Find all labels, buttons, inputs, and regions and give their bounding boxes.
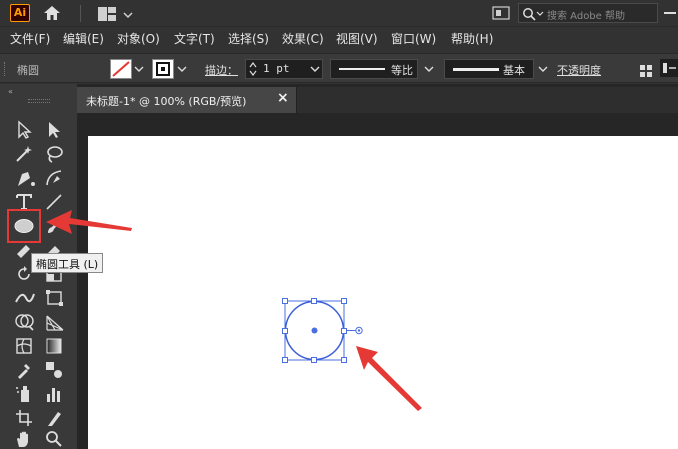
eyedropper-tool-icon[interactable] — [14, 360, 34, 380]
arrange-documents-icon[interactable] — [492, 5, 510, 21]
tooltip-text: 椭圆工具 (L) — [36, 258, 99, 271]
align-icon[interactable] — [640, 62, 652, 77]
object-type-label: 椭圆 — [17, 64, 39, 77]
selection-handle[interactable] — [341, 328, 347, 334]
profile-label: 等比 — [391, 64, 413, 77]
tooltip: 椭圆工具 (L) — [31, 253, 104, 273]
chevron-down-icon[interactable] — [310, 64, 320, 74]
chevron-down-icon[interactable] — [424, 64, 434, 74]
menu-select[interactable]: 选择(S) — [228, 30, 269, 47]
pen-tool-icon[interactable] — [14, 168, 36, 188]
minimize-icon[interactable] — [664, 12, 676, 14]
title-bar: Ai 搜索 Adobe 帮助 — [0, 0, 678, 27]
menu-window[interactable]: 窗口(W) — [391, 30, 436, 47]
grip-handle[interactable] — [4, 62, 7, 76]
search-field[interactable]: 搜索 Adobe 帮助 — [518, 3, 658, 23]
chevron-down-icon[interactable] — [177, 64, 187, 74]
app-logo: Ai — [10, 4, 30, 22]
search-icon — [523, 8, 536, 21]
ellipse-tool-icon[interactable] — [12, 216, 36, 236]
brush-definition[interactable]: 基本 — [444, 59, 534, 79]
free-transform-tool-icon[interactable] — [44, 288, 66, 308]
menu-type[interactable]: 文字(T) — [174, 30, 215, 47]
artboard-tool-icon[interactable] — [14, 408, 34, 428]
stroke-weight-input[interactable]: 1 pt — [245, 59, 323, 79]
chevron-down-icon[interactable] — [123, 6, 133, 19]
chevron-down-icon — [536, 11, 544, 16]
annotation-arrow — [356, 346, 422, 411]
workspace-layout-icon[interactable] — [98, 6, 120, 21]
width-tool-icon[interactable] — [14, 288, 36, 308]
menu-view[interactable]: 视图(V) — [336, 30, 378, 47]
search-placeholder: 搜索 Adobe 帮助 — [547, 11, 625, 22]
mesh-tool-icon[interactable] — [14, 336, 34, 356]
menu-edit[interactable]: 编辑(E) — [63, 30, 104, 47]
variable-width-profile[interactable]: 等比 — [330, 59, 418, 79]
slice-tool-icon[interactable] — [44, 408, 64, 428]
selection-handle[interactable] — [341, 357, 347, 363]
selection-handle[interactable] — [311, 357, 317, 363]
menu-bar: 文件(F) 编辑(E) 对象(O) 文字(T) 选择(S) 效果(C) 视图(V… — [0, 27, 678, 49]
shape-builder-tool-icon[interactable] — [14, 312, 36, 332]
selection-handle[interactable] — [282, 328, 288, 334]
menu-object[interactable]: 对象(O) — [117, 30, 160, 47]
close-icon[interactable]: × — [277, 90, 289, 106]
stroke-swatch[interactable] — [152, 59, 174, 79]
gradient-tool-icon[interactable] — [44, 336, 64, 356]
menu-help[interactable]: 帮助(H) — [451, 30, 493, 47]
magic-wand-tool-icon[interactable] — [14, 144, 34, 164]
selection-tool-icon[interactable] — [14, 120, 34, 140]
document-tab[interactable]: 未标题-1* @ 100% (RGB/预览) × — [77, 87, 297, 113]
brush-label: 基本 — [503, 64, 525, 77]
home-icon[interactable] — [42, 4, 62, 22]
selection-handle[interactable] — [311, 298, 317, 304]
blend-tool-icon[interactable] — [44, 360, 64, 380]
chevron-down-icon[interactable] — [134, 64, 144, 74]
brush-line — [453, 68, 499, 71]
selection-handle[interactable] — [341, 298, 347, 304]
hand-tool-icon[interactable] — [14, 430, 34, 448]
menu-effect[interactable]: 效果(C) — [282, 30, 324, 47]
column-graph-tool-icon[interactable] — [44, 384, 64, 404]
grip-handle[interactable] — [28, 99, 50, 103]
lasso-tool-icon[interactable] — [44, 144, 64, 164]
fill-swatch[interactable] — [110, 59, 132, 79]
curvature-tool-icon[interactable] — [44, 168, 64, 188]
divider — [80, 5, 81, 22]
perspective-grid-tool-icon[interactable] — [44, 312, 66, 332]
zoom-tool-icon[interactable] — [44, 430, 64, 448]
menu-file[interactable]: 文件(F) — [10, 30, 50, 47]
symbol-sprayer-tool-icon[interactable] — [14, 384, 34, 404]
stroke-weight-value: 1 pt — [263, 62, 290, 75]
direct-selection-tool-icon[interactable] — [44, 120, 64, 140]
control-bar: 椭圆 描边： 1 pt 等比 基本 不透明度 — [0, 53, 678, 83]
opacity-label[interactable]: 不透明度 — [557, 62, 601, 78]
transform-icon[interactable] — [660, 59, 678, 77]
profile-line — [339, 68, 385, 70]
stroke-label[interactable]: 描边： — [205, 62, 238, 78]
selection-handle[interactable] — [282, 357, 288, 363]
chevron-down-icon[interactable] — [538, 64, 548, 74]
collapse-icon[interactable]: « — [8, 87, 13, 96]
document-tab-title: 未标题-1* @ 100% (RGB/预览) — [86, 95, 247, 108]
selection-handle[interactable] — [282, 298, 288, 304]
annotation-arrow — [46, 210, 132, 234]
spinner-icon[interactable] — [248, 61, 258, 77]
